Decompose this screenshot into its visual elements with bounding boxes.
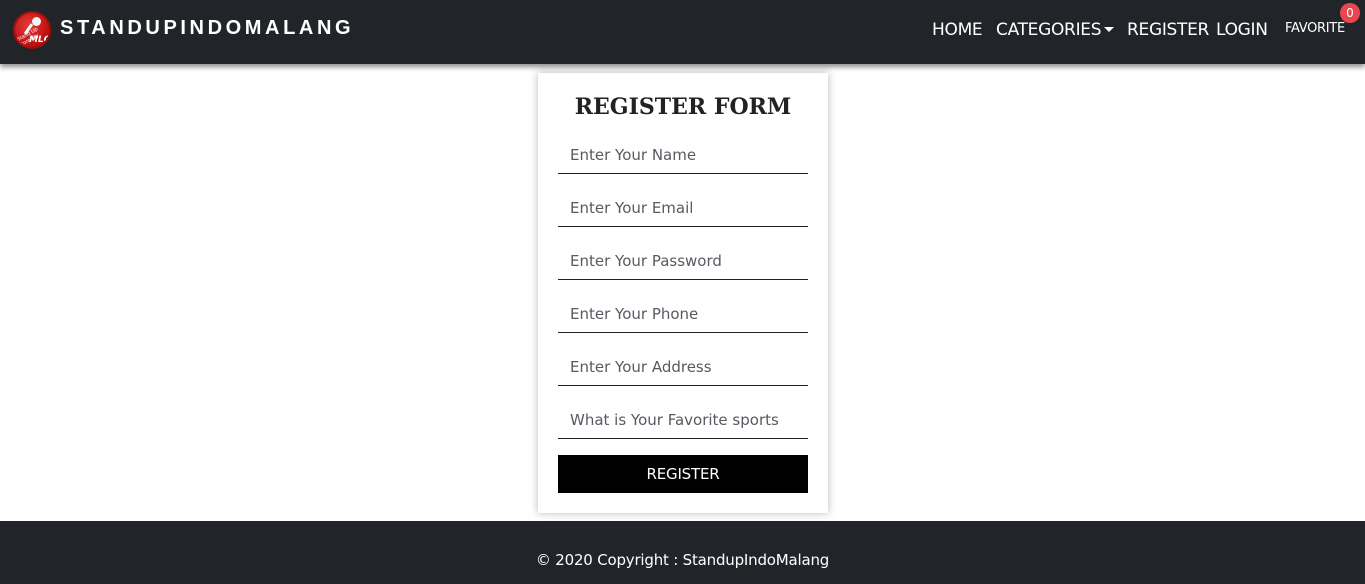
favorite-sports-input[interactable] [558,402,808,439]
logo-text: MLG [29,35,51,45]
brand-link[interactable]: Stand Up Comedy MLG STANDUPINDOMALANG [13,10,354,50]
form-title: REGISTER FORM [574,94,792,120]
nav-login-link[interactable]: LOGIN [1216,20,1268,40]
register-button[interactable]: REGISTER [558,455,808,493]
footer: © 2020 Copyright : StandupIndoMalang [0,521,1365,584]
email-input[interactable] [558,190,808,227]
favorite-count-badge: 0 [1340,3,1360,23]
nav-categories-dropdown[interactable]: CATEGORIES [996,20,1115,40]
nav-categories-label: CATEGORIES [996,20,1102,40]
footer-copyright: © 2020 Copyright : StandupIndoMalang [535,551,830,569]
nav-register-link[interactable]: REGISTER [1127,20,1209,40]
logo-icon: Stand Up Comedy MLG [13,11,51,49]
caret-down-icon [1104,27,1115,32]
nav-home-link[interactable]: HOME [932,20,983,40]
register-form-card: REGISTER FORM REGISTER [538,73,828,513]
brand-name: STANDUPINDOMALANG [60,16,355,39]
name-input[interactable] [558,137,808,174]
address-input[interactable] [558,349,808,386]
navbar: Stand Up Comedy MLG STANDUPINDOMALANG HO… [0,0,1365,64]
password-input[interactable] [558,243,808,280]
nav-favorite-link[interactable]: FAVORITE [1285,21,1345,36]
phone-input[interactable] [558,296,808,333]
